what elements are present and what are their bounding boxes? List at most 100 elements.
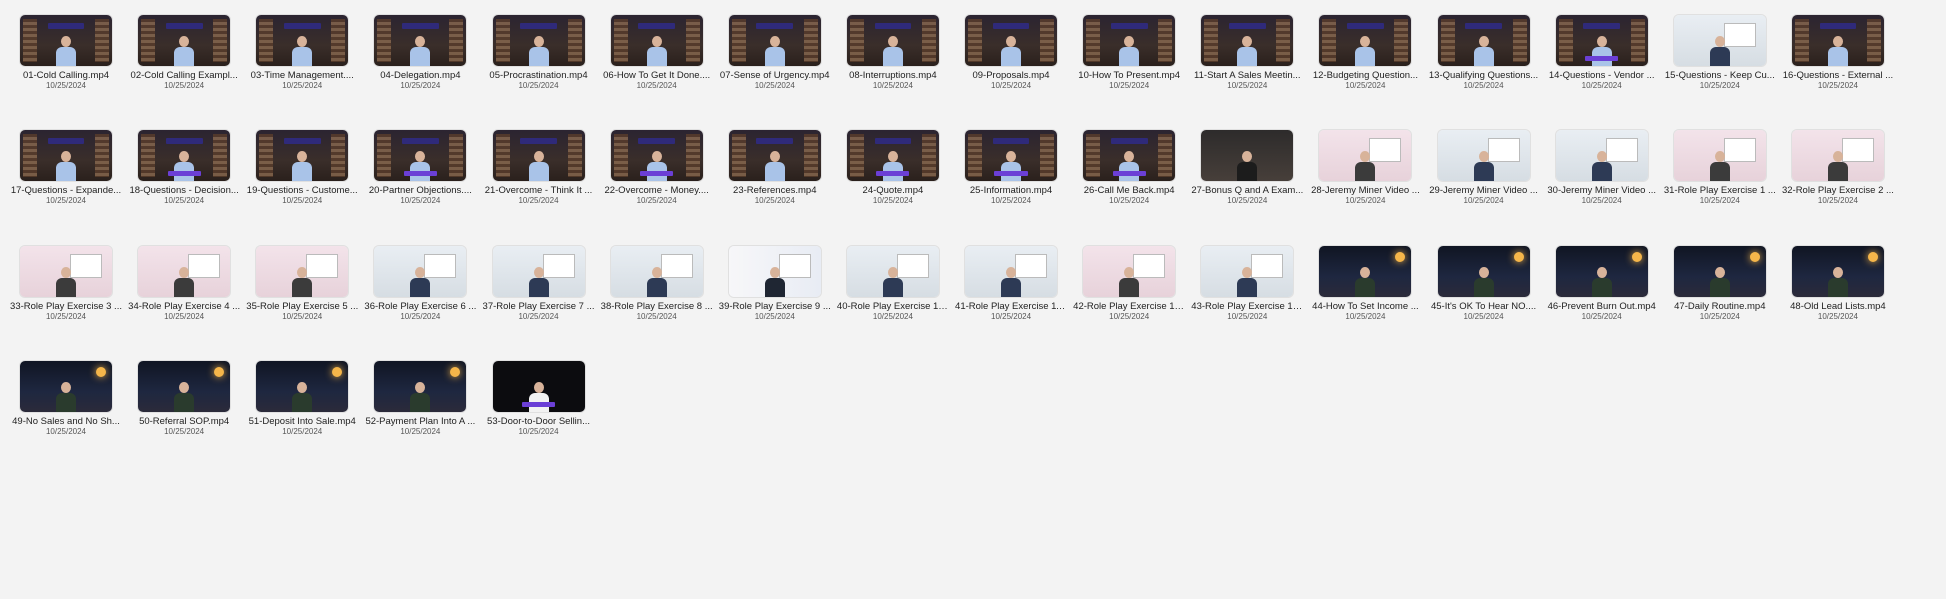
video-thumbnail[interactable] [1201, 15, 1294, 66]
video-thumbnail[interactable] [1201, 130, 1294, 182]
video-file-tile[interactable]: 36-Role Play Exercise 6 ... 10/25/2024 [364, 245, 476, 322]
video-file-tile[interactable]: 02-Cold Calling Exampl... 10/25/2024 [128, 15, 240, 91]
video-thumbnail[interactable] [728, 15, 821, 66]
video-file-tile[interactable]: 16-Questions - External ... 10/25/2024 [1782, 15, 1894, 91]
file-name[interactable]: 33-Role Play Exercise 3 ... [10, 301, 122, 312]
file-name[interactable]: 50-Referral SOP.mp4 [128, 416, 240, 427]
file-name[interactable]: 15-Questions - Keep Cu... [1664, 70, 1776, 81]
file-name[interactable]: 26-Call Me Back.mp4 [1073, 185, 1185, 196]
file-name[interactable]: 22-Overcome - Money.... [601, 185, 713, 196]
video-thumbnail[interactable] [846, 130, 939, 182]
video-file-tile[interactable]: 45-It's OK To Hear NO.... 10/25/2024 [1428, 245, 1540, 322]
video-thumbnail[interactable] [1319, 15, 1412, 66]
video-file-tile[interactable]: 14-Questions - Vendor ... 10/25/2024 [1546, 15, 1658, 91]
video-thumbnail[interactable] [256, 130, 349, 182]
file-name[interactable]: 51-Deposit Into Sale.mp4 [246, 416, 358, 427]
file-name[interactable]: 38-Role Play Exercise 8 ... [601, 301, 713, 312]
file-name[interactable]: 44-How To Set Income ... [1309, 301, 1421, 312]
video-thumbnail[interactable] [1201, 245, 1294, 297]
video-file-tile[interactable]: 44-How To Set Income ... 10/25/2024 [1309, 245, 1421, 322]
file-name[interactable]: 07-Sense of Urgency.mp4 [719, 70, 831, 81]
file-name[interactable]: 42-Role Play Exercise 12... [1073, 301, 1185, 312]
file-name[interactable]: 11-Start A Sales Meetin... [1191, 70, 1303, 81]
video-file-tile[interactable]: 05-Procrastination.mp4 10/25/2024 [483, 15, 595, 91]
video-thumbnail[interactable] [492, 130, 585, 182]
video-thumbnail[interactable] [492, 245, 585, 297]
video-file-tile[interactable]: 37-Role Play Exercise 7 ... 10/25/2024 [483, 245, 595, 322]
video-thumbnail[interactable] [965, 245, 1058, 297]
video-file-tile[interactable]: 35-Role Play Exercise 5 ... 10/25/2024 [246, 245, 358, 322]
video-thumbnail[interactable] [256, 360, 349, 412]
video-file-tile[interactable]: 10-How To Present.mp4 10/25/2024 [1073, 15, 1185, 91]
video-file-tile[interactable]: 51-Deposit Into Sale.mp4 10/25/2024 [246, 360, 358, 437]
video-thumbnail[interactable] [728, 130, 821, 182]
video-thumbnail[interactable] [374, 245, 467, 297]
video-file-tile[interactable]: 24-Quote.mp4 10/25/2024 [837, 130, 949, 206]
video-thumbnail[interactable] [965, 130, 1058, 182]
video-thumbnail[interactable] [1319, 130, 1412, 182]
file-name[interactable]: 18-Questions - Decision... [128, 185, 240, 196]
file-name[interactable]: 04-Delegation.mp4 [364, 70, 476, 81]
file-name[interactable]: 06-How To Get It Done.... [601, 70, 713, 81]
video-file-tile[interactable]: 11-Start A Sales Meetin... 10/25/2024 [1191, 15, 1303, 91]
video-thumbnail[interactable] [256, 15, 349, 66]
video-file-tile[interactable]: 22-Overcome - Money.... 10/25/2024 [601, 130, 713, 206]
video-file-tile[interactable]: 07-Sense of Urgency.mp4 10/25/2024 [719, 15, 831, 91]
video-file-tile[interactable]: 31-Role Play Exercise 1 ... 10/25/2024 [1664, 130, 1776, 206]
video-thumbnail[interactable] [846, 15, 939, 66]
video-thumbnail[interactable] [374, 360, 467, 412]
file-name[interactable]: 24-Quote.mp4 [837, 185, 949, 196]
file-name[interactable]: 12-Budgeting Question... [1309, 70, 1421, 81]
video-thumbnail[interactable] [1083, 130, 1176, 182]
video-file-tile[interactable]: 29-Jeremy Miner Video ... 10/25/2024 [1428, 130, 1540, 206]
video-file-tile[interactable]: 50-Referral SOP.mp4 10/25/2024 [128, 360, 240, 437]
video-file-tile[interactable]: 04-Delegation.mp4 10/25/2024 [364, 15, 476, 91]
video-file-tile[interactable]: 46-Prevent Burn Out.mp4 10/25/2024 [1546, 245, 1658, 322]
video-file-tile[interactable]: 23-References.mp4 10/25/2024 [719, 130, 831, 206]
video-file-tile[interactable]: 48-Old Lead Lists.mp4 10/25/2024 [1782, 245, 1894, 322]
file-name[interactable]: 35-Role Play Exercise 5 ... [246, 301, 358, 312]
file-name[interactable]: 14-Questions - Vendor ... [1546, 70, 1658, 81]
file-name[interactable]: 36-Role Play Exercise 6 ... [364, 301, 476, 312]
file-name[interactable]: 43-Role Play Exercise 13... [1191, 301, 1303, 312]
file-name[interactable]: 40-Role Play Exercise 10... [837, 301, 949, 312]
file-name[interactable]: 21-Overcome - Think It ... [483, 185, 595, 196]
video-file-tile[interactable]: 01-Cold Calling.mp4 10/25/2024 [10, 15, 122, 91]
video-file-tile[interactable]: 33-Role Play Exercise 3 ... 10/25/2024 [10, 245, 122, 322]
video-file-tile[interactable]: 21-Overcome - Think It ... 10/25/2024 [483, 130, 595, 206]
file-name[interactable]: 39-Role Play Exercise 9 ... [719, 301, 831, 312]
file-name[interactable]: 52-Payment Plan Into A ... [364, 416, 476, 427]
video-thumbnail[interactable] [20, 15, 112, 66]
file-name[interactable]: 02-Cold Calling Exampl... [128, 70, 240, 81]
video-thumbnail[interactable] [1437, 245, 1530, 297]
file-name[interactable]: 31-Role Play Exercise 1 ... [1664, 185, 1776, 196]
video-file-tile[interactable]: 25-Information.mp4 10/25/2024 [955, 130, 1067, 206]
video-thumbnail[interactable] [492, 15, 585, 66]
file-name[interactable]: 29-Jeremy Miner Video ... [1428, 185, 1540, 196]
video-thumbnail[interactable] [1791, 245, 1884, 297]
video-file-tile[interactable]: 27-Bonus Q and A Exam... 10/25/2024 [1191, 130, 1303, 206]
file-name[interactable]: 03-Time Management.... [246, 70, 358, 81]
video-file-tile[interactable]: 19-Questions - Custome... 10/25/2024 [246, 130, 358, 206]
file-name[interactable]: 46-Prevent Burn Out.mp4 [1546, 301, 1658, 312]
file-name[interactable]: 48-Old Lead Lists.mp4 [1782, 301, 1894, 312]
video-file-tile[interactable]: 49-No Sales and No Sh... 10/25/2024 [10, 360, 122, 437]
video-thumbnail[interactable] [374, 15, 467, 66]
video-file-tile[interactable]: 39-Role Play Exercise 9 ... 10/25/2024 [719, 245, 831, 322]
video-thumbnail[interactable] [1673, 130, 1766, 182]
video-file-tile[interactable]: 38-Role Play Exercise 8 ... 10/25/2024 [601, 245, 713, 322]
file-name[interactable]: 27-Bonus Q and A Exam... [1191, 185, 1303, 196]
file-name[interactable]: 49-No Sales and No Sh... [10, 416, 122, 427]
video-file-tile[interactable]: 53-Door-to-Door Sellin... 10/25/2024 [483, 360, 595, 437]
video-file-tile[interactable]: 52-Payment Plan Into A ... 10/25/2024 [364, 360, 476, 437]
file-name[interactable]: 47-Daily Routine.mp4 [1664, 301, 1776, 312]
video-file-tile[interactable]: 06-How To Get It Done.... 10/25/2024 [601, 15, 713, 91]
video-thumbnail[interactable] [610, 15, 703, 66]
file-name[interactable]: 25-Information.mp4 [955, 185, 1067, 196]
video-thumbnail[interactable] [20, 360, 112, 412]
file-name[interactable]: 09-Proposals.mp4 [955, 70, 1067, 81]
video-thumbnail[interactable] [20, 245, 112, 297]
file-name[interactable]: 23-References.mp4 [719, 185, 831, 196]
video-thumbnail[interactable] [138, 245, 231, 297]
video-thumbnail[interactable] [1555, 15, 1648, 66]
